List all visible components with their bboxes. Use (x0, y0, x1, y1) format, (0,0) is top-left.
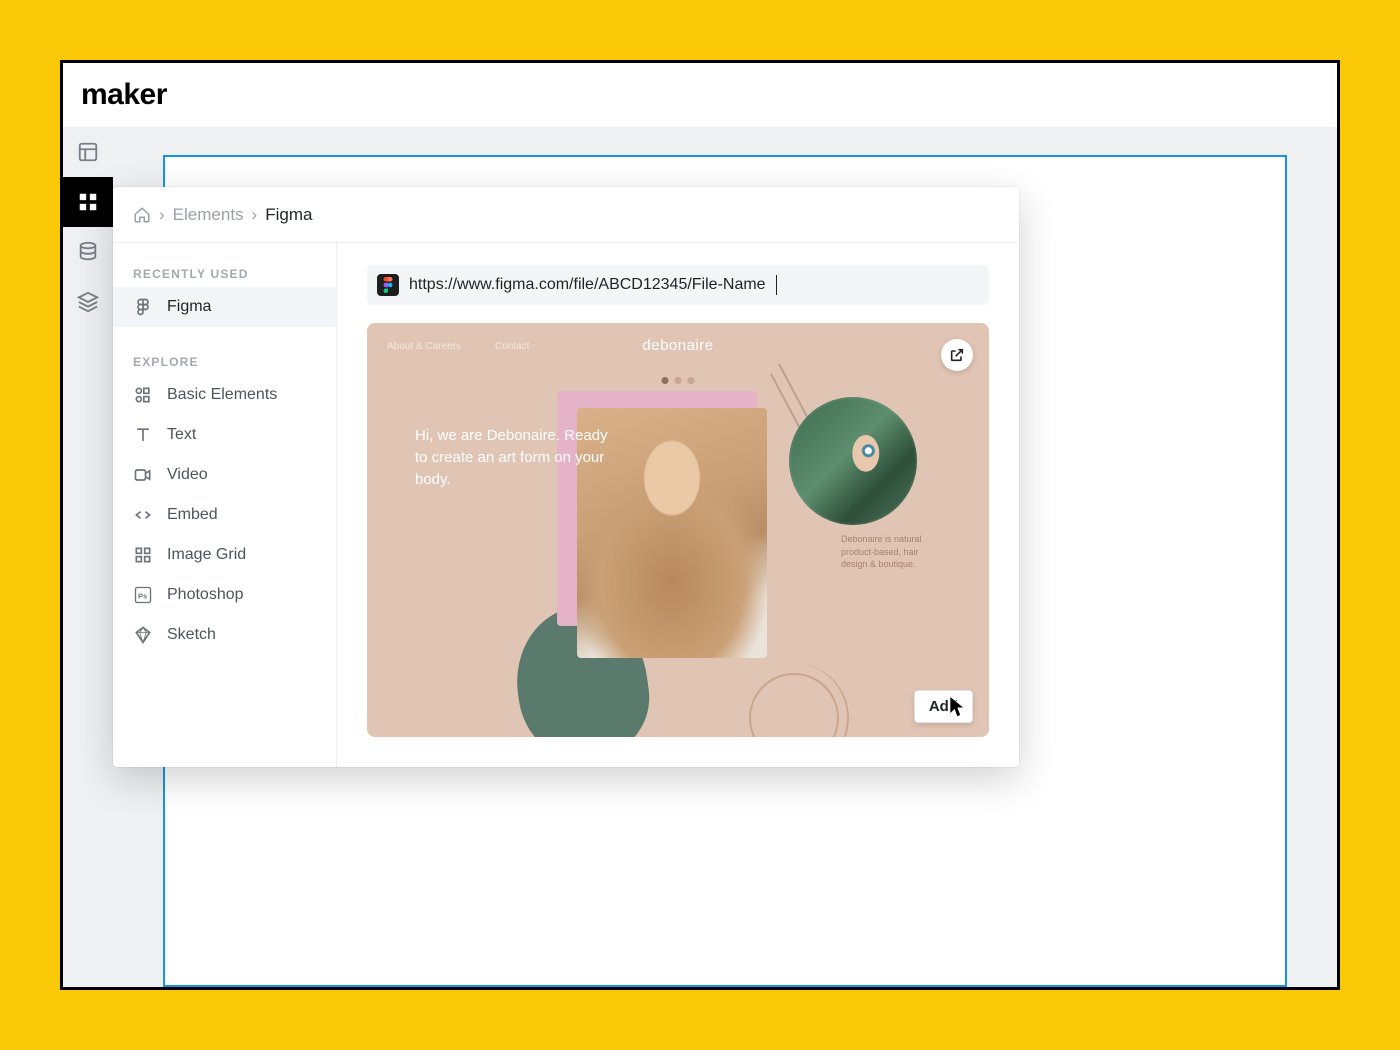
database-icon (77, 241, 99, 263)
preview-circle-image (789, 397, 917, 525)
external-link-icon (949, 347, 965, 363)
image-grid-icon (133, 545, 153, 565)
shapes-icon (133, 385, 153, 405)
sidebar-item-label: Embed (167, 506, 218, 524)
left-rail (63, 127, 113, 987)
panel-content: https://www.figma.com/file/ABCD12345/Fil… (337, 243, 1019, 767)
preview-nav-item: Contact (495, 341, 529, 352)
sidebar-item-label: Sketch (167, 626, 216, 644)
chevron-right-icon: › (252, 205, 258, 225)
sidebar-item-label: Text (167, 426, 196, 444)
breadcrumb-elements[interactable]: Elements (173, 205, 244, 225)
section-explore: EXPLORE (113, 345, 336, 375)
sidebar-item-sketch[interactable]: Sketch (113, 615, 336, 655)
preview-outline-circle (749, 673, 839, 737)
sidebar-item-photoshop[interactable]: Ps Photoshop (113, 575, 336, 615)
sidebar-item-label: Photoshop (167, 586, 244, 604)
sidebar-item-embed[interactable]: Embed (113, 495, 336, 535)
chevron-right-icon: › (159, 205, 165, 225)
sidebar-item-label: Basic Elements (167, 386, 277, 404)
layers-icon (77, 291, 99, 313)
section-recently-used: RECENTLY USED (113, 257, 336, 287)
layout-icon (77, 141, 99, 163)
titlebar: maker (63, 63, 1337, 127)
app-body: › Elements › Figma RECENTLY USED Figma E… (63, 127, 1337, 987)
panel-body: RECENTLY USED Figma EXPLORE Basic Elemen… (113, 243, 1019, 767)
grid-icon (77, 191, 99, 213)
figma-preview[interactable]: About & Careers Contact debonaire (367, 323, 989, 737)
preview-nav-item: About & Careers (387, 341, 461, 352)
figma-url-value: https://www.figma.com/file/ABCD12345/Fil… (409, 276, 766, 294)
embed-icon (133, 505, 153, 525)
app-window: maker › El (60, 60, 1340, 990)
figma-badge-icon (377, 274, 399, 296)
rail-grid-button[interactable] (63, 177, 113, 227)
elements-panel: › Elements › Figma RECENTLY USED Figma E… (113, 187, 1019, 767)
sidebar-item-video[interactable]: Video (113, 455, 336, 495)
preview-carousel-dots (662, 377, 695, 384)
breadcrumb-current: Figma (265, 205, 312, 225)
figma-url-input[interactable]: https://www.figma.com/file/ABCD12345/Fil… (367, 265, 989, 305)
svg-text:Ps: Ps (138, 591, 147, 600)
home-icon[interactable] (133, 206, 151, 224)
video-icon (133, 465, 153, 485)
sidebar-item-figma[interactable]: Figma (113, 287, 336, 327)
preview-hero-text: Hi, we are Debonaire. Ready to create an… (415, 425, 615, 490)
sidebar-item-basic-elements[interactable]: Basic Elements (113, 375, 336, 415)
text-icon (133, 425, 153, 445)
app-logo: maker (81, 78, 167, 112)
figma-icon (133, 297, 153, 317)
add-button[interactable]: Add (914, 690, 973, 723)
sidebar-item-image-grid[interactable]: Image Grid (113, 535, 336, 575)
rail-layout-button[interactable] (63, 127, 113, 177)
preview-brand: debonaire (642, 337, 713, 354)
photoshop-icon: Ps (133, 585, 153, 605)
rail-database-button[interactable] (63, 227, 113, 277)
sidebar-item-label: Figma (167, 298, 211, 316)
preview-nav: About & Careers Contact (387, 341, 529, 352)
sidebar-item-text[interactable]: Text (113, 415, 336, 455)
sidebar-item-label: Image Grid (167, 546, 246, 564)
sidebar-item-label: Video (167, 466, 208, 484)
text-caret (776, 275, 777, 295)
preview-subtext: Debonaire is natural product-based, hair… (841, 533, 941, 571)
sketch-icon (133, 625, 153, 645)
rail-layers-button[interactable] (63, 277, 113, 327)
open-external-button[interactable] (941, 339, 973, 371)
panel-sidebar: RECENTLY USED Figma EXPLORE Basic Elemen… (113, 243, 337, 767)
breadcrumb: › Elements › Figma (113, 187, 1019, 243)
